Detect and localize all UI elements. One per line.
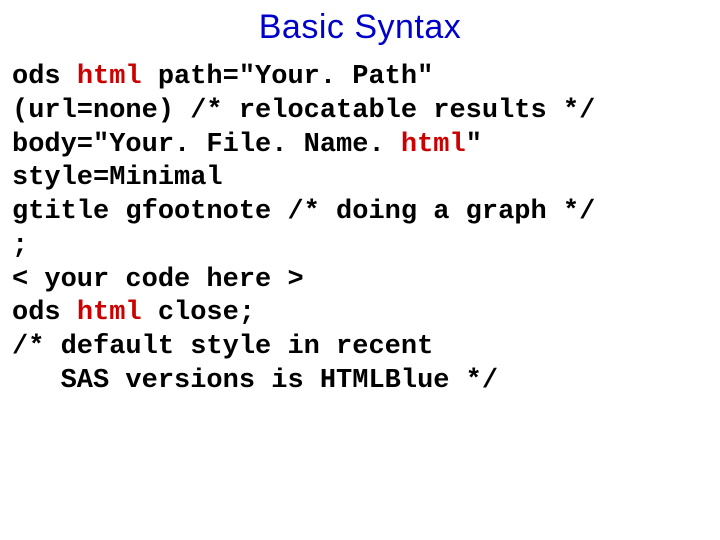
code-line-9: /* default style in recent xyxy=(12,332,433,362)
code-line-2: (url=none) /* relocatable results */ xyxy=(12,96,595,126)
code-text: " xyxy=(466,130,482,160)
code-block: ods html path="Your. Path" (url=none) /*… xyxy=(12,61,708,399)
code-line-8: ods html close; xyxy=(12,298,255,328)
code-keyword-html: html xyxy=(77,62,142,92)
code-text: close; xyxy=(142,298,255,328)
slide-title: Basic Syntax xyxy=(12,8,708,47)
code-line-5: gtitle gfootnote /* doing a graph */ xyxy=(12,197,595,227)
code-line-10: SAS versions is HTMLBlue */ xyxy=(12,366,498,396)
code-line-1: ods html path="Your. Path" xyxy=(12,62,433,92)
code-text: ods xyxy=(12,62,77,92)
code-line-6: ; xyxy=(12,231,28,261)
code-text: path="Your. Path" xyxy=(142,62,434,92)
code-text: body="Your. File. Name. xyxy=(12,130,401,160)
code-line-7: < your code here > xyxy=(12,265,304,295)
code-line-3: body="Your. File. Name. html" xyxy=(12,130,482,160)
code-text: ods xyxy=(12,298,77,328)
code-keyword-html: html xyxy=(77,298,142,328)
slide: Basic Syntax ods html path="Your. Path" … xyxy=(0,0,720,540)
code-keyword-html: html xyxy=(401,130,466,160)
code-line-4: style=Minimal xyxy=(12,163,223,193)
